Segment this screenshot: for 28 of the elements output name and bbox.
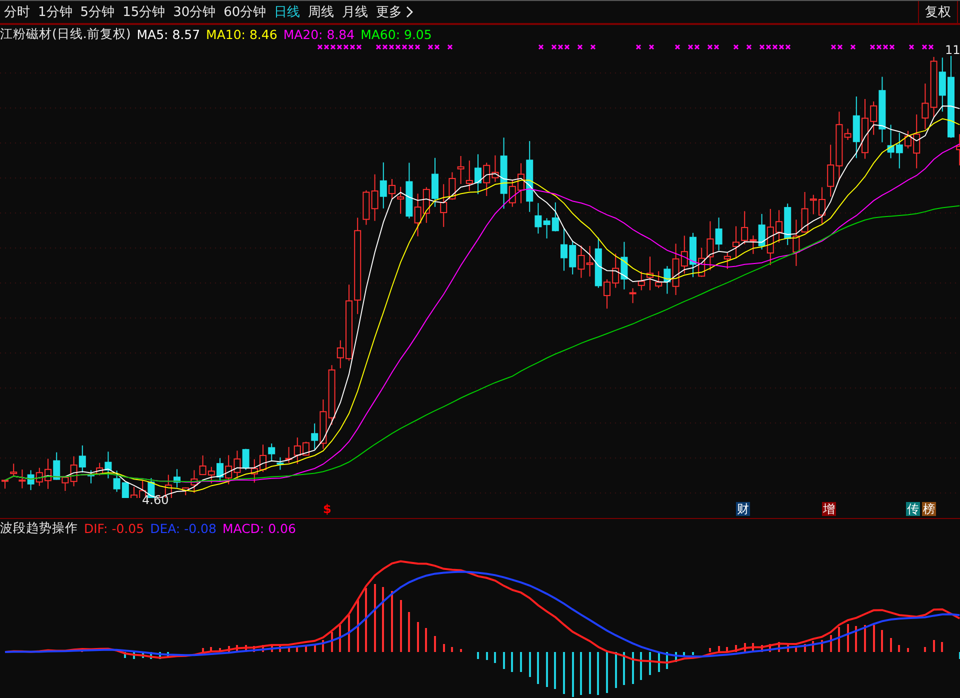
high-price-label: 11 [945, 43, 960, 57]
period-tab[interactable]: 30分钟 [169, 1, 220, 23]
period-tab[interactable]: 60分钟 [220, 1, 270, 23]
indicator-value: DEA: -0.08 [150, 520, 216, 536]
low-price-label: 4.60 [142, 493, 169, 507]
period-tab[interactable]: 月线 [338, 1, 372, 23]
event-tag[interactable]: 榜 [922, 502, 936, 516]
period-tab[interactable]: 周线 [304, 1, 338, 23]
period-tab[interactable]: 1分钟 [34, 1, 76, 23]
event-tag[interactable]: 财 [736, 502, 750, 516]
event-tag[interactable]: 增 [822, 502, 836, 516]
chart-title: 江粉磁材(日线.前复权) [0, 26, 131, 42]
more-button[interactable]: 更多 [372, 1, 418, 23]
indicator-value: MA20: 8.84 [283, 26, 355, 42]
chevron-right-icon [406, 6, 414, 18]
indicator-value: DIF: -0.05 [84, 520, 144, 536]
indicator-value: MACD: 0.06 [222, 520, 296, 536]
indicator-value: MA60: 9.05 [360, 26, 432, 42]
indicator-value: MA5: 8.57 [136, 26, 200, 42]
period-tab[interactable]: 分时 [0, 1, 34, 23]
indicator-value: MA10: 8.46 [206, 26, 278, 42]
event-tag[interactable]: 传 [906, 502, 920, 516]
period-tab[interactable]: 5分钟 [76, 1, 119, 23]
period-tab[interactable]: 日线 [270, 1, 304, 23]
period-tab[interactable]: 15分钟 [118, 1, 170, 23]
adjust-button[interactable]: 复权 [918, 1, 958, 23]
indicator-title: 波段趋势操作 [0, 520, 78, 536]
event-marker[interactable]: $ [322, 502, 332, 516]
